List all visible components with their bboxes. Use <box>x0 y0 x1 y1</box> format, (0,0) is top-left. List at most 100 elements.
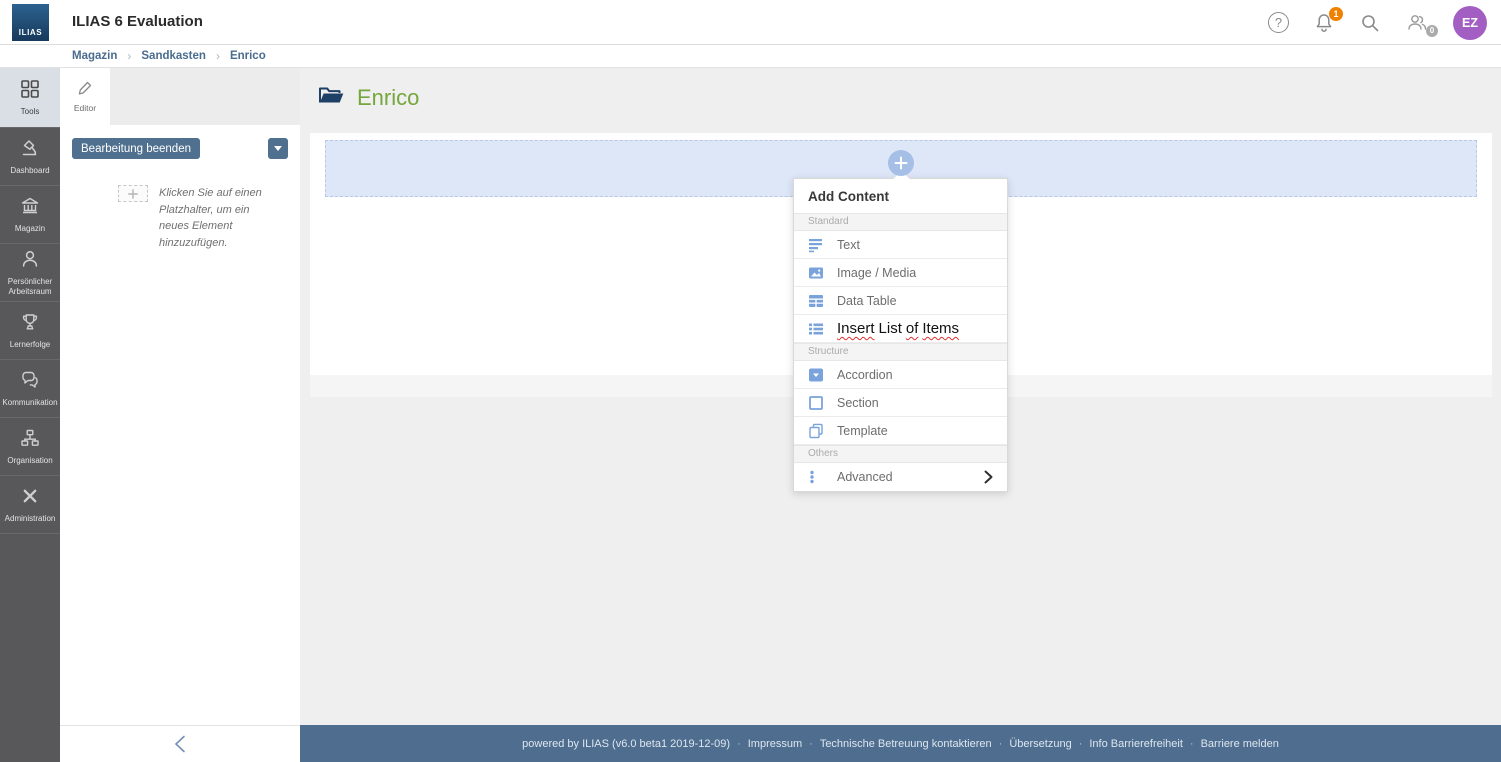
tab-editor[interactable]: Editor <box>60 68 110 125</box>
plus-icon <box>894 156 908 170</box>
sidebar-item-magazin[interactable]: Magazin <box>0 186 60 244</box>
vertical-dots-icon <box>808 469 824 485</box>
chevron-right-icon <box>984 470 993 484</box>
sidebar-item-tools[interactable]: Tools <box>0 68 60 128</box>
crossed-tools-icon <box>20 486 40 511</box>
notifications-bell-icon[interactable]: 1 <box>1313 6 1343 34</box>
pencil-icon <box>77 80 93 98</box>
menu-item-accordion[interactable]: Accordion <box>794 361 1007 389</box>
desk-lamp-icon <box>20 138 40 163</box>
bank-building-icon <box>20 196 40 221</box>
menu-item-label: Section <box>837 395 879 410</box>
footer-separator: · <box>1078 737 1083 750</box>
editor-panel: Editor Bearbeitung beenden Klicken Sie a… <box>60 68 300 762</box>
collapse-panel-button[interactable] <box>60 725 300 762</box>
table-icon <box>808 293 824 309</box>
menu-item-template[interactable]: Template <box>794 417 1007 445</box>
breadcrumb-item-enrico[interactable]: Enrico <box>230 50 266 62</box>
menu-item-insert-list-of-items[interactable]: Insert List of Items <box>794 315 1007 343</box>
editor-panel-body: Bearbeitung beenden Klicken Sie auf eine… <box>60 138 300 251</box>
menu-item-label: Image / Media <box>837 265 917 280</box>
placeholder-add-box[interactable] <box>118 185 148 202</box>
breadcrumb: Magazin › Sandkasten › Enrico <box>0 45 1501 68</box>
menu-section-structure: Structure <box>794 343 1007 361</box>
section-square-icon <box>808 395 824 411</box>
finish-editing-button[interactable]: Bearbeitung beenden <box>72 138 200 159</box>
footer-link-info-barrierefreiheit[interactable]: Info Barrierefreiheit <box>1089 738 1183 750</box>
tab-editor-label: Editor <box>73 103 97 113</box>
finish-editing-dropdown-button[interactable] <box>268 138 288 159</box>
footer-separator: · <box>998 737 1003 750</box>
page-title: Enrico <box>357 85 420 110</box>
sidebar-item-label: Administration <box>4 513 56 523</box>
breadcrumb-separator: › <box>215 49 220 63</box>
text-lines-icon <box>808 237 824 253</box>
main-sidebar: Tools Dashboard Magazin Persönlicher Arb… <box>0 68 60 762</box>
footer-link-impressum[interactable]: Impressum <box>748 738 802 750</box>
menu-item-advanced[interactable]: Advanced <box>794 463 1007 491</box>
sidebar-item-label: Lernerfolge <box>9 339 51 349</box>
notification-badge: 1 <box>1329 6 1343 21</box>
sidebar-item-label: Kommunikation <box>2 397 58 407</box>
menu-item-text[interactable]: Text <box>794 231 1007 259</box>
menu-item-label: Advanced <box>837 470 893 484</box>
add-content-menu: Add Content Standard Text Image / Media … <box>793 169 1008 492</box>
person-icon <box>20 249 40 274</box>
search-icon[interactable] <box>1359 12 1381 34</box>
chevron-down-icon <box>274 146 282 151</box>
online-users-badge: 0 <box>1426 24 1438 37</box>
help-icon[interactable]: ? <box>1268 12 1289 33</box>
chevron-left-icon <box>174 735 185 753</box>
list-icon <box>808 321 824 337</box>
breadcrumb-item-sandkasten[interactable]: Sandkasten <box>141 50 206 62</box>
grid-icon <box>20 79 40 104</box>
menu-item-image-media[interactable]: Image / Media <box>794 259 1007 287</box>
app-title: ILIAS 6 Evaluation <box>72 13 203 30</box>
footer-link-uebersetzung[interactable]: Übersetzung <box>1009 738 1071 750</box>
add-content-button[interactable] <box>888 150 914 176</box>
sidebar-item-label: Persönlicher Arbeitsraum <box>7 276 53 296</box>
menu-item-label: Data Table <box>837 293 897 308</box>
folder-icon <box>318 85 345 111</box>
menu-item-label: Accordion <box>837 367 893 382</box>
image-icon <box>808 265 824 281</box>
menu-item-label: Insert List of Items <box>837 320 960 337</box>
org-chart-icon <box>20 428 40 453</box>
speech-bubbles-icon <box>20 370 40 395</box>
ilias-logo[interactable]: ILIAS <box>12 4 49 41</box>
menu-item-label: Text <box>837 237 860 252</box>
breadcrumb-separator: › <box>127 49 132 63</box>
sidebar-item-kommunikation[interactable]: Kommunikation <box>0 360 60 418</box>
menu-item-section[interactable]: Section <box>794 389 1007 417</box>
menu-item-data-table[interactable]: Data Table <box>794 287 1007 315</box>
sidebar-item-lernerfolge[interactable]: Lernerfolge <box>0 302 60 360</box>
top-header: ILIAS ILIAS 6 Evaluation ? 1 0 EZ <box>0 0 1501 45</box>
sidebar-item-label: Organisation <box>7 455 53 465</box>
help-glyph: ? <box>1268 12 1289 33</box>
sidebar-item-dashboard[interactable]: Dashboard <box>0 128 60 186</box>
trophy-icon <box>20 312 40 337</box>
template-pages-icon <box>808 423 824 439</box>
footer-link-technische-betreuung[interactable]: Technische Betreuung kontaktieren <box>820 738 992 750</box>
sidebar-item-label: Dashboard <box>10 165 50 175</box>
sidebar-item-organisation[interactable]: Organisation <box>0 418 60 476</box>
page-header: Enrico <box>318 85 419 111</box>
footer-link-barriere-melden[interactable]: Barriere melden <box>1201 738 1279 750</box>
footer-separator: · <box>809 737 813 750</box>
sidebar-item-label: Magazin <box>14 223 46 233</box>
breadcrumb-item-magazin[interactable]: Magazin <box>72 50 117 62</box>
footer: powered by ILIAS (v6.0 beta1 2019-12-09)… <box>300 725 1501 762</box>
avatar[interactable]: EZ <box>1453 5 1487 40</box>
accordion-icon <box>808 367 824 383</box>
header-actions: ? 1 0 EZ <box>1268 0 1487 45</box>
footer-powered-by: powered by ILIAS (v6.0 beta1 2019-12-09) <box>522 737 731 750</box>
online-users-icon[interactable]: 0 <box>1405 12 1438 37</box>
sidebar-item-persoenlicher-arbeitsraum[interactable]: Persönlicher Arbeitsraum <box>0 244 60 302</box>
plus-icon <box>128 188 138 199</box>
sidebar-item-administration[interactable]: Administration <box>0 476 60 534</box>
main-content: Enrico Add Content Standard Text Image /… <box>300 68 1501 762</box>
menu-item-label: Template <box>837 423 888 438</box>
ilias-logo-text: ILIAS <box>18 28 43 37</box>
menu-section-standard: Standard <box>794 213 1007 231</box>
ilias-app-window: ILIAS ILIAS 6 Evaluation ? 1 0 EZ Magazi… <box>0 0 1501 762</box>
